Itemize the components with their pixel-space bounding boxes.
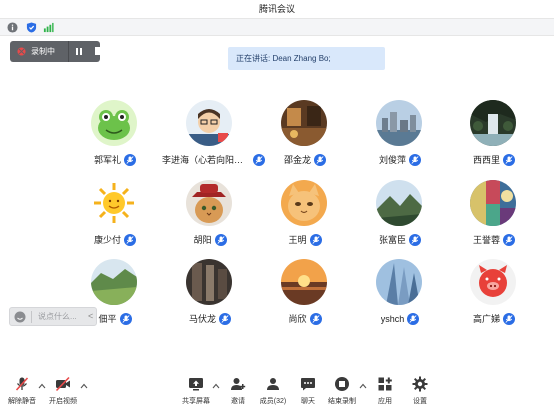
participant-name: 高广娣 [472,313,500,324]
stop-record-icon [335,377,349,391]
divider [31,311,32,323]
microphone-icon [314,153,326,166]
participant-name: 刘俊萍 [378,154,406,165]
stop-recording-toolbar-button[interactable]: 结束录制 [323,374,361,406]
cartoon-avatar [186,100,232,146]
shield-icon[interactable] [26,22,37,33]
microphone-icon [119,312,132,325]
participant-tile[interactable]: 尚欣 [257,259,353,345]
participant-tile[interactable]: 胡阳 [162,180,258,266]
pause-icon [76,48,78,55]
participant-tile[interactable]: 佃平 [67,259,163,345]
recording-status: 录制中 [10,41,60,62]
active-speaker-banner: 正在讲话: Dean Zhang Bo; [228,47,385,70]
users-icon [267,378,279,390]
participant-name: yshch [380,313,405,324]
city-avatar [376,100,422,146]
frog-avatar [91,100,137,146]
chat-input[interactable]: 说点什么... < [9,307,97,326]
participant-tile[interactable]: 高广娣 [446,259,542,345]
settings-button[interactable]: 设置 [401,374,439,406]
microphone-icon [219,312,231,325]
chat-icon [301,378,315,391]
participant-name: 西西里 [472,154,500,165]
participant-name: 马伏龙 [188,313,216,324]
participant-tile[interactable]: 康少付 [67,180,163,266]
microphone-muted-icon [15,377,29,391]
participant-tile[interactable]: 郭军礼 [67,100,163,186]
settings-label: 设置 [413,398,427,405]
participant-tile[interactable]: yshch [352,259,448,345]
microphone-icon [124,153,136,166]
chat-placeholder: 说点什么... [38,312,77,321]
participant-name: 邵金龙 [283,154,311,165]
microphone-icon [409,233,421,246]
field-avatar [91,259,137,305]
participant-name: 郭军礼 [93,154,121,165]
recording-panel: 录制中 [10,41,103,62]
microphone-icon [214,233,227,246]
divider [68,41,69,62]
cat-avatar [281,180,327,226]
meeting-toolbar: 解除静音 开启视频 共享屏幕 邀请 成员(32) 聊天 结束录制 应用 设置 [0,370,554,407]
participant-name: 李进海（心若向阳，... [162,154,250,165]
participant-tile[interactable]: 刘俊萍 [352,100,448,186]
sun-avatar [91,180,137,226]
collapse-chat-button[interactable]: < [88,308,93,325]
add-user-icon [231,378,246,390]
share-screen-button[interactable]: 共享屏幕 [177,374,215,406]
cat-hat-avatar [186,180,232,226]
participant-name: 尚欣 [288,313,307,324]
painting-avatar [470,180,516,226]
participant-tile[interactable]: 西西里 [446,100,542,186]
pause-recording-button[interactable] [70,41,90,62]
interior-avatar [281,100,327,146]
recording-icon [17,47,26,56]
participant-tile[interactable]: 马伏龙 [162,259,258,345]
participant-name: 张富臣 [378,234,406,245]
microphone-icon [309,233,322,246]
stop-recording-button[interactable] [91,41,111,62]
stop-icon [95,47,103,55]
skyscraper-avatar [376,259,422,305]
participant-name: 王誉蓉 [472,234,500,245]
emoji-icon[interactable] [14,311,26,323]
share-screen-icon [189,378,203,391]
participant-tile[interactable]: 邵金龙 [257,100,353,186]
participant-name: 康少付 [93,234,121,245]
start-video-button[interactable]: 开启视频 [44,374,82,406]
microphone-icon [503,233,515,246]
start-video-label: 开启视频 [49,398,77,405]
signal-icon[interactable] [43,22,54,33]
camera-off-icon [55,376,70,392]
participant-tile[interactable]: 王明 [257,180,353,266]
mountain-avatar [376,180,422,226]
sunset-avatar [281,259,327,305]
info-icon[interactable] [7,22,18,33]
gear-icon [412,376,428,392]
window-title: 腾讯会议 [258,4,295,14]
microphone-icon [503,312,515,325]
microphone-icon [407,312,420,325]
participant-name: 佃平 [98,313,117,324]
participant-tile[interactable]: 张富臣 [352,180,448,266]
pig-avatar [470,259,516,305]
chevron-up-icon[interactable] [80,382,88,390]
microphone-icon [309,312,322,325]
dark-avatar [186,259,232,305]
waterfall-avatar [470,100,516,146]
microphone-icon [503,153,515,166]
status-bar [0,18,554,36]
participant-tile[interactable]: 王誉蓉 [446,180,542,266]
recording-label: 录制中 [31,47,55,56]
participant-name: 王明 [288,234,307,245]
participant-tile[interactable]: 李进海（心若向阳，... [162,100,265,186]
microphone-icon [124,233,136,246]
apps-icon [378,377,392,391]
microphone-icon [409,153,421,166]
participant-name: 胡阳 [193,234,212,245]
